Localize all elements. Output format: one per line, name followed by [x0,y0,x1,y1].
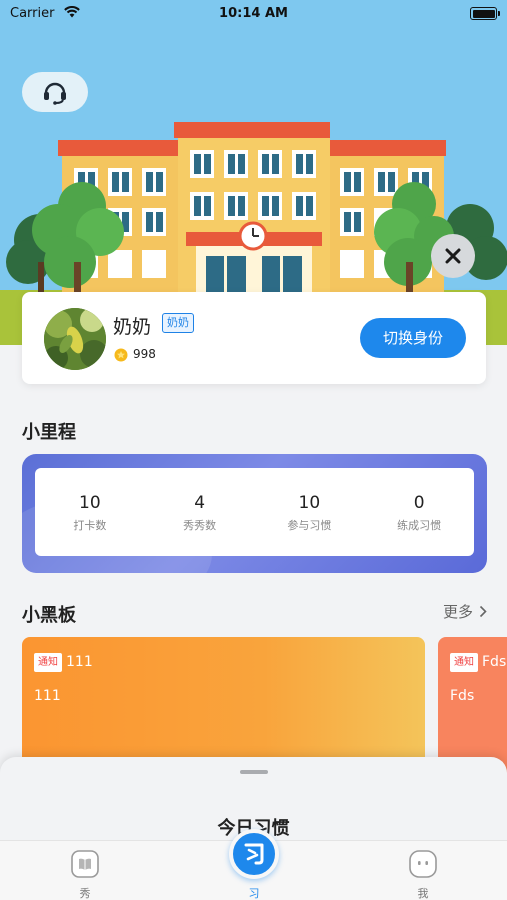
avatar-image [44,308,106,370]
stat-value: 4 [194,493,206,513]
customer-service-button[interactable] [22,72,88,112]
battery-icon [470,7,500,20]
clock: 10:14 AM [219,6,288,21]
stat-joined-habits[interactable]: 10 参与习惯 [255,468,365,556]
notice-body: 111 [34,688,61,704]
tab-me[interactable]: 我 [383,841,463,900]
drag-handle[interactable] [240,770,268,774]
habit-icon [244,843,264,865]
status-bar: Carrier 10:14 AM [0,0,507,28]
avatar[interactable] [44,308,106,370]
blackboard-title: 小黑板 [22,605,76,626]
notice-tag: 通知 [450,653,478,672]
switch-identity-button[interactable]: 切换身份 [360,318,466,358]
stat-checkins[interactable]: 10 打卡数 [35,468,145,556]
stat-formed-habits[interactable]: 0 练成习惯 [364,468,474,556]
role-badge: 奶奶 [162,313,194,333]
stat-value: 10 [298,493,321,513]
tab-label: 秀 [79,887,91,900]
stat-label: 练成习惯 [397,519,442,532]
face-icon [409,850,437,878]
headset-icon [44,82,66,105]
tab-label: 习 [248,887,260,900]
close-icon [445,248,461,264]
stat-label: 参与习惯 [287,519,332,532]
mileage-title: 小里程 [22,422,76,443]
notice-title: Fds [482,654,507,670]
more-label: 更多 [442,603,473,621]
mileage-panel: 10 打卡数 4 秀秀数 10 参与习惯 0 练成习惯 [22,454,487,573]
user-name: 奶奶 [113,316,152,338]
points-count: 998 [133,347,156,361]
more-link[interactable]: 更多 [443,601,487,622]
stat-label: 打卡数 [73,519,107,532]
mileage-stats: 10 打卡数 4 秀秀数 10 参与习惯 0 练成习惯 [35,468,474,556]
notice-title: 111 [66,654,93,670]
chevron-right-icon [479,605,487,618]
stat-value: 10 [79,493,101,513]
habit-center-button[interactable] [229,829,279,879]
coin-icon [114,348,128,362]
stat-label: 秀秀数 [183,519,217,532]
notice-body: Fds [450,688,475,704]
close-button[interactable] [431,234,475,278]
tab-label: 我 [417,887,429,900]
profile-card: 奶奶 奶奶 998 切换身份 [22,292,486,384]
tab-show[interactable]: 秀 [45,841,125,900]
stat-value: 0 [413,493,425,513]
stat-shows[interactable]: 4 秀秀数 [145,468,255,556]
book-icon [71,850,99,878]
notice-tag: 通知 [34,653,62,672]
